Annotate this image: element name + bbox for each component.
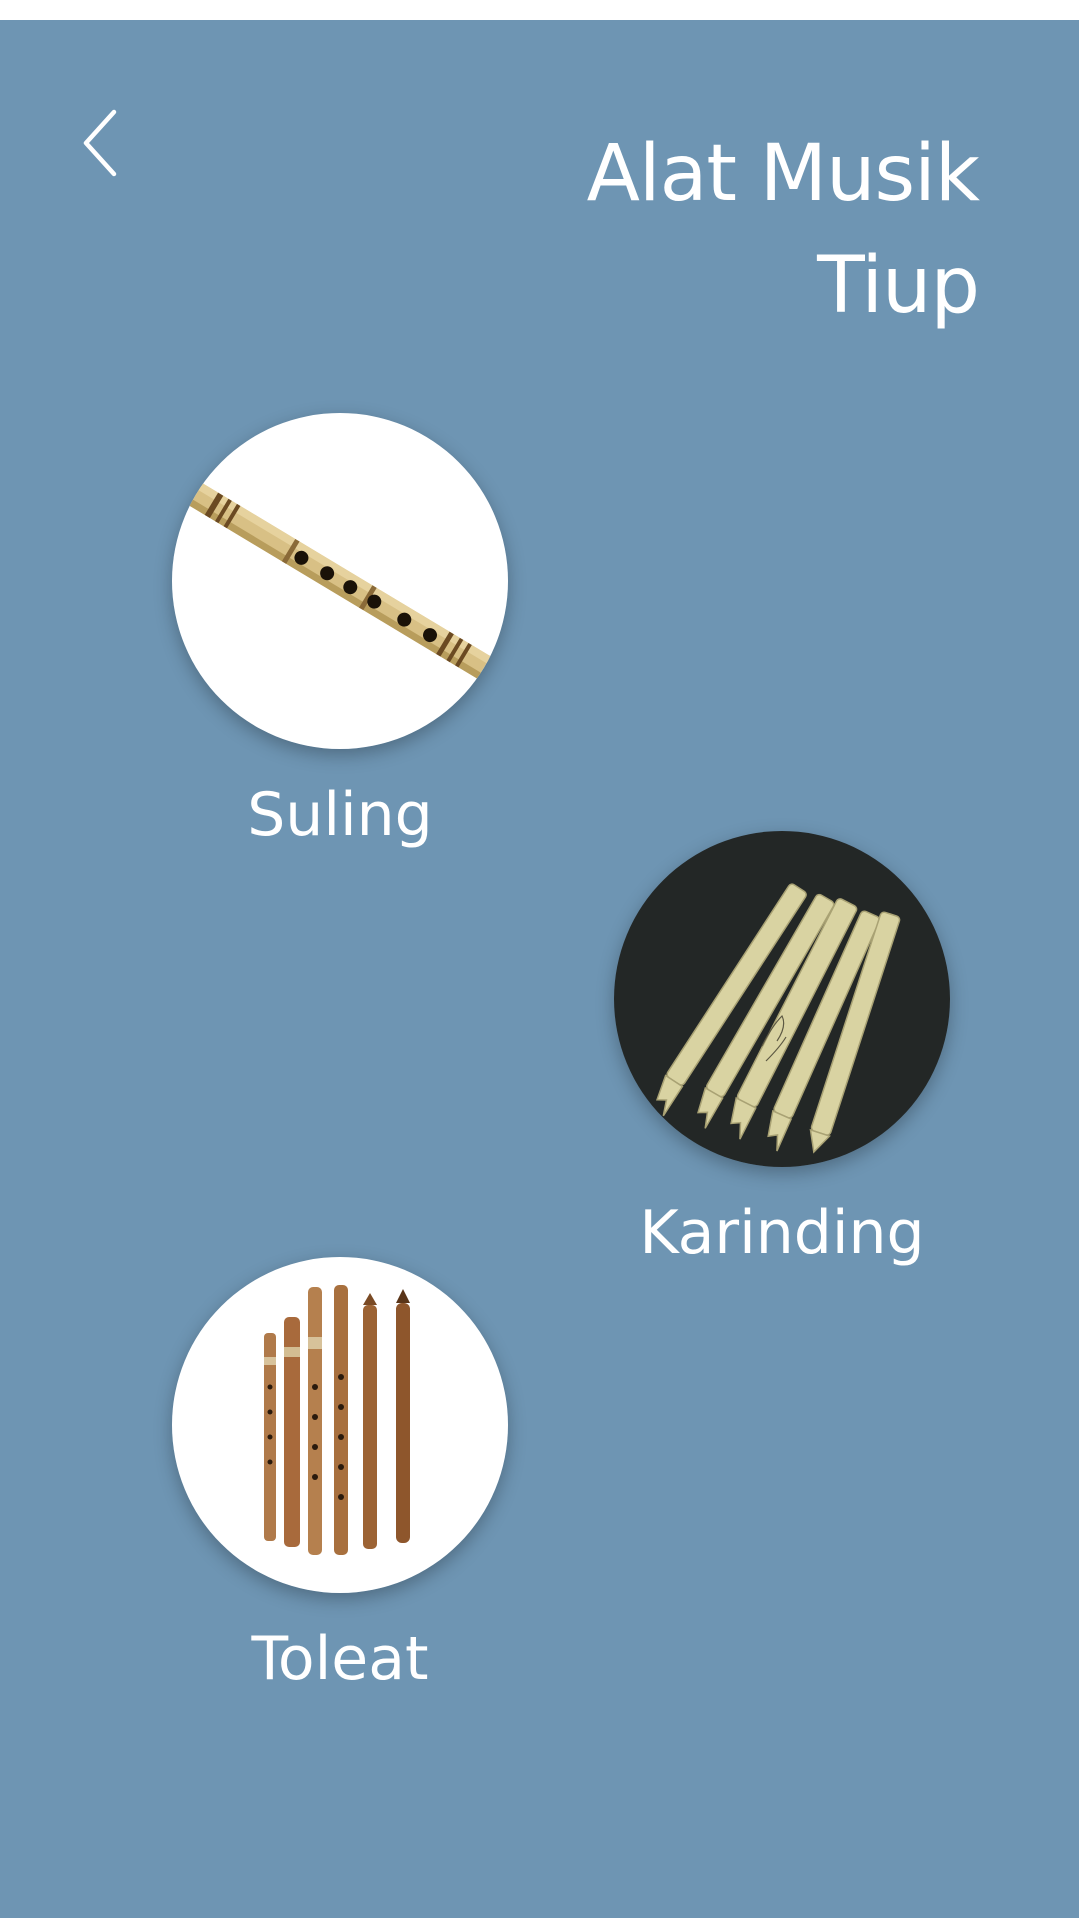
instrument-card-suling[interactable]: Suling (172, 413, 512, 855)
instrument-label-karinding: Karinding (639, 1198, 925, 1268)
instrument-card-karinding[interactable]: Karinding (614, 831, 954, 1273)
page-title: Alat Musik Tiup (459, 118, 980, 342)
instrument-label-suling: Suling (247, 780, 433, 850)
instrument-card-toleat[interactable]: Toleat (172, 1257, 512, 1699)
chevron-left-icon (83, 109, 117, 177)
instrument-image-toleat[interactable] (172, 1257, 508, 1593)
back-button[interactable] (70, 88, 140, 198)
screen: Alat Musik Tiup Suling Karinding Toleat (0, 20, 1079, 1918)
page-title-line2: Tiup (817, 241, 980, 331)
instrument-image-karinding[interactable] (614, 831, 950, 1167)
instrument-label-toleat: Toleat (251, 1624, 429, 1694)
instrument-image-suling[interactable] (172, 413, 508, 749)
page-title-line1: Alat Musik (586, 129, 980, 219)
